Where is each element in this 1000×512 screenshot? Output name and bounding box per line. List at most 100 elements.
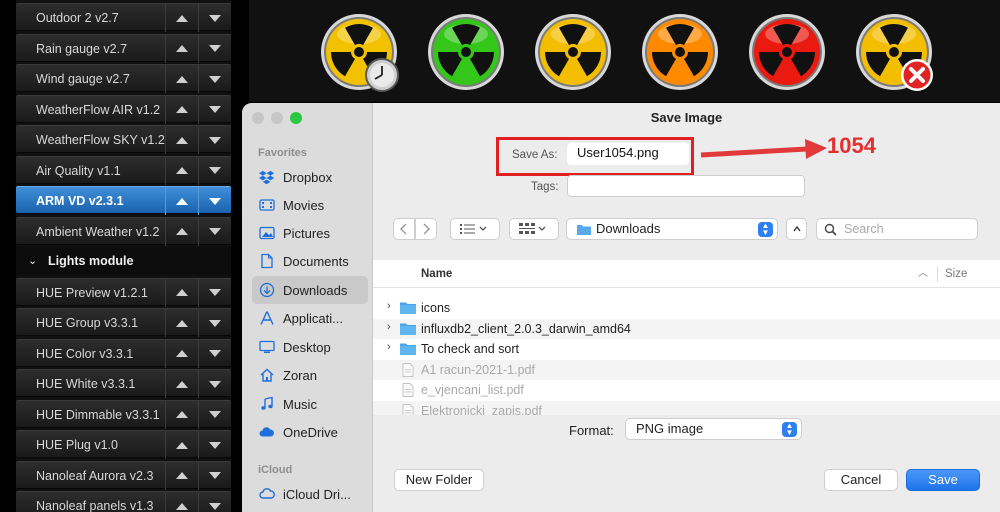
disclosure-icon[interactable]: › [387, 341, 391, 353]
move-down-button[interactable] [198, 65, 231, 93]
downloads-icon [258, 281, 276, 299]
move-down-button[interactable] [198, 431, 231, 459]
move-up-button[interactable] [165, 370, 198, 398]
move-down-button[interactable] [198, 34, 231, 63]
chevron-down-icon [538, 226, 546, 231]
sidebar-item-icloud-drive[interactable]: iCloud Dri... [252, 480, 368, 508]
new-folder-button[interactable]: New Folder [394, 469, 484, 491]
move-down-button[interactable] [198, 339, 231, 368]
move-up-button[interactable] [165, 126, 198, 154]
sidebar-item-desktop[interactable]: Desktop [252, 333, 368, 361]
group-view-button[interactable] [509, 218, 559, 240]
move-up-button[interactable] [165, 187, 198, 215]
disclosure-icon[interactable]: › [387, 300, 391, 312]
reorder-controls [165, 309, 231, 337]
module-row[interactable]: HUE Color v3.3.1 [16, 338, 231, 368]
module-row[interactable]: Rain gauge v2.7 [16, 33, 231, 63]
close-window-button[interactable] [252, 112, 264, 124]
move-down-button[interactable] [198, 278, 231, 307]
module-row[interactable]: HUE Preview v1.2.1 [16, 277, 231, 307]
module-label: HUE Group v3.3.1 [36, 316, 139, 330]
sidebar-item-documents[interactable]: Documents [252, 247, 368, 275]
move-down-button[interactable] [198, 217, 231, 246]
save-button[interactable]: Save [906, 469, 980, 491]
move-down-button[interactable] [198, 370, 231, 398]
move-down-button[interactable] [198, 492, 231, 512]
module-row[interactable]: Ambient Weather v1.2 [16, 216, 231, 246]
move-up-button[interactable] [165, 431, 198, 459]
module-row[interactable]: HUE Plug v1.0 [16, 430, 231, 459]
move-up-button[interactable] [165, 156, 198, 185]
move-down-button[interactable] [198, 461, 231, 490]
module-row[interactable]: ARM VD v2.3.1 [16, 186, 231, 215]
move-up-button[interactable] [165, 309, 198, 337]
search-input[interactable]: Search [816, 218, 978, 240]
move-up-button[interactable] [165, 461, 198, 490]
minimize-window-button[interactable] [271, 112, 283, 124]
module-row[interactable]: Nanoleaf Aurora v2.3 [16, 460, 231, 490]
location-select[interactable]: Downloads ▲ ▼ [566, 218, 778, 240]
sidebar-item-pictures[interactable]: Pictures [252, 219, 368, 247]
reorder-controls [165, 95, 231, 124]
file-name: influxdb2_client_2.0.3_darwin_amd64 [421, 321, 631, 336]
sidebar-item-movies[interactable]: Movies [252, 191, 368, 219]
desktop-icon [258, 338, 276, 356]
module-row[interactable]: HUE Dimmable v3.3.1 [16, 399, 231, 429]
move-up-button[interactable] [165, 400, 198, 429]
module-row[interactable]: Wind gauge v2.7 [16, 64, 231, 93]
file-row[interactable]: › influxdb2_client_2.0.3_darwin_amd64 [373, 318, 1000, 339]
move-up-button[interactable] [165, 95, 198, 124]
cancel-button[interactable]: Cancel [824, 469, 898, 491]
section-lights-module[interactable]: ⌄ Lights module [16, 247, 231, 275]
move-up-button[interactable] [165, 278, 198, 307]
module-row[interactable]: Nanoleaf panels v1.3 [16, 491, 231, 512]
save-as-input[interactable]: User1054.png [567, 143, 689, 165]
sidebar-item-dropbox[interactable]: Dropbox [252, 163, 368, 191]
sidebar-item-label: Movies [283, 197, 325, 213]
move-down-button[interactable] [198, 400, 231, 429]
move-down-button[interactable] [198, 156, 231, 185]
expand-collapse-button[interactable] [786, 218, 807, 240]
tags-input[interactable] [567, 175, 805, 197]
forward-button[interactable] [415, 218, 437, 240]
file-row[interactable]: › To check and sort [373, 339, 1000, 359]
move-down-button[interactable] [198, 126, 231, 154]
move-down-button[interactable] [198, 187, 231, 215]
module-row[interactable]: HUE Group v3.3.1 [16, 308, 231, 337]
module-row[interactable]: HUE White v3.3.1 [16, 369, 231, 398]
back-button[interactable] [393, 218, 415, 240]
column-size-header[interactable]: Size [945, 260, 967, 288]
disclosure-icon[interactable]: › [387, 321, 391, 333]
move-down-button[interactable] [198, 95, 231, 124]
move-down-button[interactable] [198, 309, 231, 337]
sidebar-item-music[interactable]: Music [252, 390, 368, 418]
column-name-header[interactable]: Name [421, 260, 452, 288]
move-up-button[interactable] [165, 34, 198, 63]
list-view-button[interactable] [450, 218, 500, 240]
sidebar-item-downloads[interactable]: Downloads [252, 276, 368, 304]
move-up-button[interactable] [165, 217, 198, 246]
format-label: Format: [569, 423, 614, 438]
module-row[interactable]: WeatherFlow AIR v1.2 [16, 94, 231, 124]
move-up-button[interactable] [165, 4, 198, 32]
module-row[interactable]: Outdoor 2 v2.7 [16, 3, 231, 32]
move-up-button[interactable] [165, 339, 198, 368]
file-row[interactable]: A1 racun-2021-1.pdf [373, 359, 1000, 380]
move-up-button[interactable] [165, 65, 198, 93]
file-row[interactable]: e_vjencani_list.pdf [373, 380, 1000, 400]
module-row[interactable]: WeatherFlow SKY v1.2 [16, 125, 231, 154]
zoom-window-button[interactable] [290, 112, 302, 124]
sidebar-item-applicati[interactable]: Applicati... [252, 304, 368, 332]
sidebar-item-label: Zoran [283, 367, 317, 383]
move-up-button[interactable] [165, 492, 198, 512]
format-select[interactable]: PNG image ▲ ▼ [625, 418, 802, 440]
file-row[interactable]: Elektronicki_zapis.pdf [373, 400, 1000, 415]
file-list: Name ︿ Size › icons › influxdb2_client_2.0.… [373, 260, 1000, 415]
module-row[interactable]: Air Quality v1.1 [16, 155, 231, 185]
module-label: HUE Color v3.3.1 [36, 346, 134, 361]
file-row[interactable]: › icons [373, 298, 1000, 318]
sidebar-item-zoran[interactable]: Zoran [252, 361, 368, 389]
move-down-button[interactable] [198, 4, 231, 32]
file-name: icons [421, 301, 451, 315]
sidebar-item-onedrive[interactable]: OneDrive [252, 418, 368, 446]
